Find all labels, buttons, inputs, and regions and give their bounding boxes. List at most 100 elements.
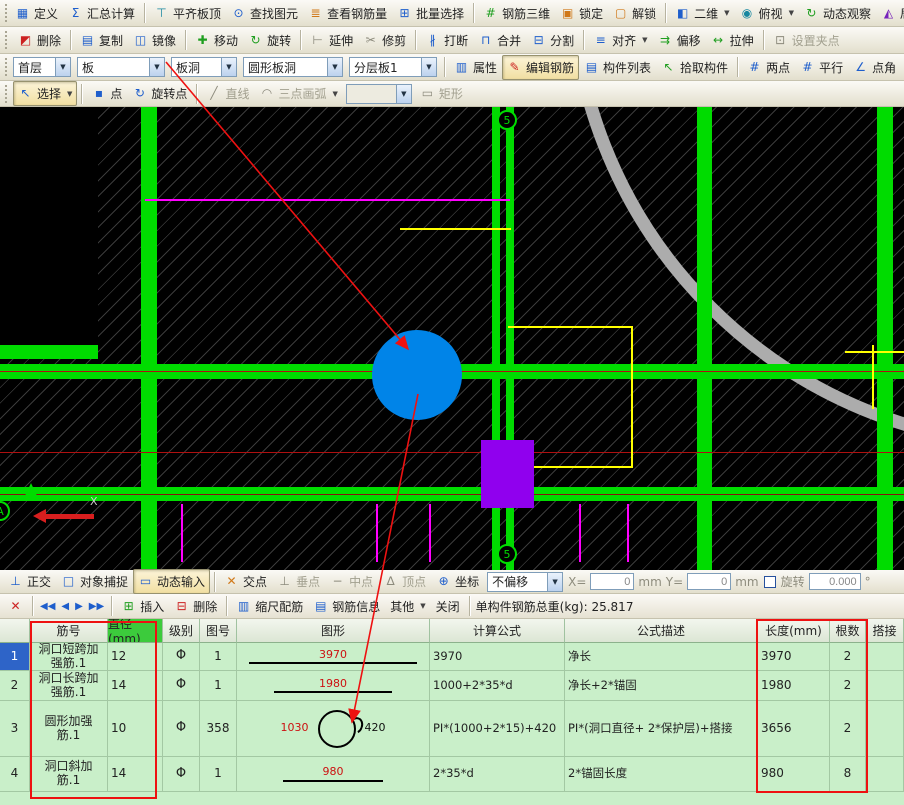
draw-mode-select[interactable]: ▼ [346, 84, 412, 104]
element-type-select[interactable]: 板▼ [77, 57, 165, 77]
properties-button[interactable]: ▥属性 [449, 55, 502, 80]
parallel-axis-button[interactable]: #平行 [795, 55, 848, 80]
cell-formula-desc[interactable]: 净长+2*锚固 [565, 671, 758, 701]
cell-diameter[interactable]: 12 [108, 643, 163, 671]
cell-formula-desc[interactable]: PI*(洞口直径+ 2*保护层)+搭接 [565, 701, 758, 757]
toolbar-grip[interactable] [5, 31, 10, 49]
layer-select[interactable]: 分层板1▼ [349, 57, 437, 77]
cell-formula-desc[interactable]: 净长 [565, 643, 758, 671]
snap-midpoint-toggle[interactable]: −中点 [325, 569, 378, 594]
cell-length[interactable]: 3656 [758, 701, 830, 757]
merge-button[interactable]: ⊓合并 [473, 28, 526, 53]
cell-formula[interactable]: 2*35*d [430, 757, 565, 792]
toolbar-grip[interactable] [5, 58, 7, 76]
mirror-button[interactable]: ◫镜像 [128, 28, 181, 53]
x-coord-input[interactable] [590, 573, 634, 590]
slab-hole-circle[interactable] [372, 330, 462, 420]
pick-component-button[interactable]: ↖拾取构件 [656, 55, 733, 80]
cell-fig-no[interactable]: 1 [200, 757, 237, 792]
nav-first-button[interactable]: ◀◀ [37, 599, 58, 614]
snap-intersection-toggle[interactable]: ✕交点 [219, 569, 272, 594]
delete-row-button[interactable]: ⊟删除 [169, 594, 222, 619]
chevron-down-icon[interactable]: ▼ [396, 85, 411, 103]
cell-qty[interactable]: 2 [830, 643, 866, 671]
set-grips-button[interactable]: ⊡设置夹点 [768, 28, 845, 53]
cell-lap[interactable] [866, 671, 904, 701]
cell-fig-no[interactable]: 1 [200, 643, 237, 671]
lock-button[interactable]: ▣锁定 [555, 1, 608, 26]
coordinate-toggle[interactable]: ⊕坐标 [431, 569, 484, 594]
cell-formula-desc[interactable]: 2*锚固长度 [565, 757, 758, 792]
chevron-down-icon[interactable]: ▼ [149, 58, 164, 76]
offset-mode-select[interactable]: 不偏移▼ [487, 572, 563, 592]
trim-button[interactable]: ✂修剪 [358, 28, 411, 53]
local-3d-button[interactable]: ◭局部三维 [876, 1, 904, 26]
find-element-button[interactable]: ⊙查找图元 [226, 1, 303, 26]
cell-length[interactable]: 1980 [758, 671, 830, 701]
two-point-axis-button[interactable]: #两点 [742, 55, 795, 80]
cell-fig-no[interactable]: 1 [200, 671, 237, 701]
osnap-toggle[interactable]: □对象捕捉 [56, 569, 133, 594]
cell-lap[interactable] [866, 643, 904, 671]
cell-rebar-name[interactable]: 洞口短跨加强筋.1 [30, 643, 108, 671]
component-list-button[interactable]: ▤构件列表 [579, 55, 656, 80]
view-direction-dropdown[interactable]: ◉俯视▼ [735, 1, 799, 26]
cell-qty[interactable]: 8 [830, 757, 866, 792]
cell-rebar-name[interactable]: 洞口斜加筋.1 [30, 757, 108, 792]
unlock-button[interactable]: ▢解锁 [608, 1, 661, 26]
cell-grade[interactable]: Φ [163, 671, 200, 701]
define-button[interactable]: ▦定义 [10, 1, 63, 26]
view-mode-dropdown[interactable]: ◧二维▼ [670, 1, 734, 26]
cell-shape[interactable]: 1030 420 [237, 701, 430, 757]
y-coord-input[interactable] [687, 573, 731, 590]
snap-perpendicular-toggle[interactable]: ⊥垂点 [272, 569, 325, 594]
dynamic-input-toggle[interactable]: ▭动态输入 [133, 569, 210, 594]
cell-lap[interactable] [866, 701, 904, 757]
scale-rebar-button[interactable]: ▥缩尺配筋 [231, 594, 308, 619]
close-editor-button[interactable]: 关闭 [431, 594, 465, 619]
cad-canvas[interactable]: 5 5 A X [0, 107, 904, 570]
cell-formula[interactable]: PI*(1000+2*15)+420 [430, 701, 565, 757]
cell-shape[interactable]: 3970 [237, 643, 430, 671]
rotate-angle-input[interactable] [809, 573, 861, 590]
nav-prev-button[interactable]: ◀ [58, 599, 72, 614]
row-select-cell[interactable]: 3 [0, 701, 30, 757]
rect-tool-button[interactable]: ▭矩形 [415, 81, 468, 106]
move-button[interactable]: ✚移动 [190, 28, 243, 53]
cell-qty[interactable]: 2 [830, 671, 866, 701]
arc-3pt-dropdown[interactable]: ◠三点画弧▼ [254, 81, 342, 106]
orbit-button[interactable]: ↻动态观察 [799, 1, 876, 26]
cell-shape[interactable]: 1980 [237, 671, 430, 701]
category-select[interactable]: 板洞▼ [171, 57, 237, 77]
offset-button[interactable]: ⇉偏移 [653, 28, 706, 53]
copy-button[interactable]: ▤复制 [75, 28, 128, 53]
extend-button[interactable]: ⊢延伸 [305, 28, 358, 53]
cell-rebar-name[interactable]: 圆形加强筋.1 [30, 701, 108, 757]
chevron-down-icon[interactable]: ▼ [221, 58, 236, 76]
delete-button[interactable]: ◩删除 [13, 28, 66, 53]
cell-length[interactable]: 3970 [758, 643, 830, 671]
cell-fig-no[interactable]: 358 [200, 701, 237, 757]
split-button[interactable]: ⊟分割 [526, 28, 579, 53]
align-dropdown[interactable]: ≡对齐▼ [588, 28, 652, 53]
cell-qty[interactable]: 2 [830, 701, 866, 757]
edit-rebar-button[interactable]: ✎编辑钢筋 [502, 55, 579, 80]
insert-row-button[interactable]: ⊞插入 [116, 594, 169, 619]
nav-next-button[interactable]: ▶ [72, 599, 86, 614]
ortho-toggle[interactable]: ⊥正交 [3, 569, 56, 594]
row-select-cell[interactable]: 4 [0, 757, 30, 792]
floor-select[interactable]: 首层▼ [13, 57, 71, 77]
batch-select-button[interactable]: ⊞批量选择 [392, 1, 469, 26]
cell-grade[interactable]: Φ [163, 643, 200, 671]
cell-diameter[interactable]: 10 [108, 701, 163, 757]
toolbar-grip[interactable] [5, 85, 10, 103]
view-rebar-qty-button[interactable]: ≣查看钢筋量 [303, 1, 392, 26]
rotate-checkbox[interactable] [764, 576, 776, 588]
sum-calc-button[interactable]: Σ汇总计算 [63, 1, 140, 26]
cell-grade[interactable]: Φ [163, 757, 200, 792]
cell-formula[interactable]: 1000+2*35*d [430, 671, 565, 701]
break-button[interactable]: ∦打断 [420, 28, 473, 53]
point-angle-button[interactable]: ∠点角 [848, 55, 901, 80]
cell-shape[interactable]: 980 [237, 757, 430, 792]
cell-diameter[interactable]: 14 [108, 757, 163, 792]
